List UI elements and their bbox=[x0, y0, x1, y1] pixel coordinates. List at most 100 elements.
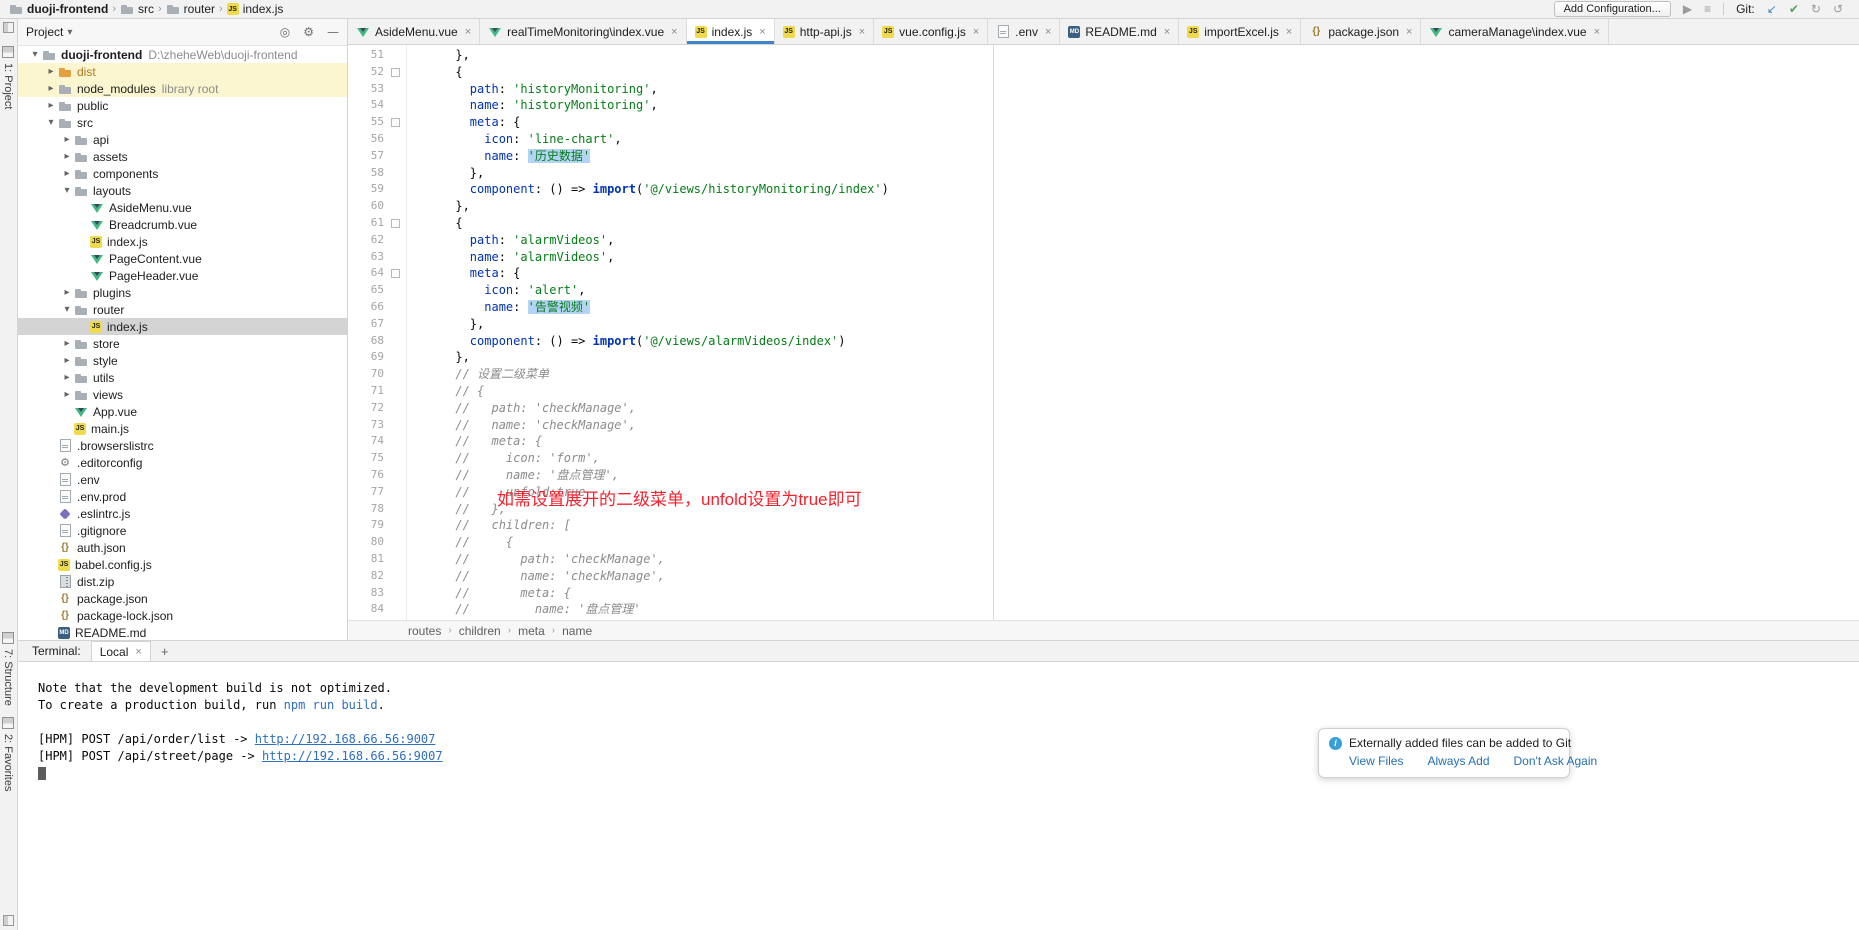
new-terminal-icon[interactable]: + bbox=[161, 644, 169, 659]
tree-item-router[interactable]: ▾router bbox=[18, 301, 347, 318]
chevron-right-icon[interactable]: ▸ bbox=[60, 355, 74, 366]
fold-marker-icon[interactable] bbox=[384, 265, 406, 282]
chevron-right-icon[interactable]: ▸ bbox=[60, 338, 74, 349]
fold-marker-icon[interactable] bbox=[384, 215, 406, 232]
run-icon[interactable]: ▶ bbox=[1683, 3, 1692, 15]
toolwindow-grid-icon[interactable] bbox=[3, 915, 14, 926]
chevron-right-icon[interactable]: ▸ bbox=[44, 100, 58, 111]
tree-item-duoji-frontend[interactable]: ▾duoji-frontendD:\zheheWeb\duoji-fronten… bbox=[18, 46, 347, 63]
chevron-right-icon[interactable]: ▸ bbox=[44, 66, 58, 77]
tree-item-env-prod[interactable]: .env.prod bbox=[18, 488, 347, 505]
tree-item-components[interactable]: ▸components bbox=[18, 165, 347, 182]
close-icon[interactable]: × bbox=[135, 646, 141, 658]
vcs-history-icon[interactable]: ↻ bbox=[1811, 3, 1821, 15]
tree-item-utils[interactable]: ▸utils bbox=[18, 369, 347, 386]
breadcrumb-item-routes[interactable]: routes bbox=[408, 624, 441, 638]
breadcrumb-item-src[interactable]: src bbox=[117, 2, 157, 16]
tab-close-icon[interactable]: × bbox=[1594, 26, 1600, 38]
locate-file-icon[interactable]: ◎ bbox=[280, 26, 290, 38]
project-panel-title[interactable]: Project bbox=[26, 25, 63, 39]
terminal-link[interactable]: http://192.168.66.56:9007 bbox=[262, 749, 443, 763]
vcs-update-icon[interactable]: ↙ bbox=[1767, 3, 1777, 15]
notification-action-always-add[interactable]: Always Add bbox=[1427, 754, 1489, 768]
tree-item-node-modules[interactable]: ▸node_moduleslibrary root bbox=[18, 80, 347, 97]
chevron-right-icon[interactable]: ▸ bbox=[60, 287, 74, 298]
tree-item-package-lock-json[interactable]: {}package-lock.json bbox=[18, 607, 347, 624]
stripe-favorites-button[interactable]: 2: Favorites bbox=[2, 716, 14, 791]
tab-close-icon[interactable]: × bbox=[1045, 26, 1051, 38]
stripe-project-button[interactable]: 1: Project bbox=[2, 45, 14, 109]
chevron-right-icon[interactable]: ▸ bbox=[60, 168, 74, 179]
add-configuration-button[interactable]: Add Configuration... bbox=[1554, 1, 1671, 17]
tree-item-asidemenu-vue[interactable]: AsideMenu.vue bbox=[18, 199, 347, 216]
tree-item-index-js[interactable]: JSindex.js bbox=[18, 318, 347, 335]
tree-item-style[interactable]: ▸style bbox=[18, 352, 347, 369]
tree-item-index-js[interactable]: JSindex.js bbox=[18, 233, 347, 250]
tab-importexcel-js[interactable]: JSimportExcel.js× bbox=[1179, 19, 1301, 44]
tab-close-icon[interactable]: × bbox=[465, 26, 471, 38]
tab-close-icon[interactable]: × bbox=[1164, 26, 1170, 38]
chevron-right-icon[interactable]: ▸ bbox=[60, 372, 74, 383]
tree-item-readme-md[interactable]: MDREADME.md bbox=[18, 624, 347, 640]
breadcrumb-item-duoji-frontend[interactable]: duoji-frontend bbox=[6, 2, 111, 16]
tree-item-browserslistrc[interactable]: .browserslistrc bbox=[18, 437, 347, 454]
gear-icon[interactable]: ⚙ bbox=[303, 26, 314, 38]
tree-item-public[interactable]: ▸public bbox=[18, 97, 347, 114]
tree-item-dist-zip[interactable]: dist.zip bbox=[18, 573, 347, 590]
hide-panel-icon[interactable]: — bbox=[327, 26, 339, 38]
tree-item-auth-json[interactable]: {}auth.json bbox=[18, 539, 347, 556]
tab-close-icon[interactable]: × bbox=[1406, 26, 1412, 38]
tree-item-assets[interactable]: ▸assets bbox=[18, 148, 347, 165]
tab-close-icon[interactable]: × bbox=[973, 26, 979, 38]
stripe-structure-button[interactable]: 7: Structure bbox=[2, 631, 14, 706]
chevron-right-icon[interactable]: ▸ bbox=[44, 83, 58, 94]
breadcrumb-item-meta[interactable]: meta bbox=[518, 624, 545, 638]
tree-item-app-vue[interactable]: App.vue bbox=[18, 403, 347, 420]
fold-marker-icon[interactable] bbox=[384, 64, 406, 81]
code-editor[interactable]: 51 },52 {53 path: 'historyMonitoring',54… bbox=[348, 45, 1859, 620]
tree-item-dist[interactable]: ▸dist bbox=[18, 63, 347, 80]
chevron-right-icon[interactable]: ▸ bbox=[60, 134, 74, 145]
chevron-down-icon[interactable]: ▾ bbox=[60, 185, 74, 196]
notification-action-view-files[interactable]: View Files bbox=[1349, 754, 1403, 768]
chevron-right-icon[interactable]: ▸ bbox=[60, 389, 74, 400]
tree-item-views[interactable]: ▸views bbox=[18, 386, 347, 403]
tree-item-package-json[interactable]: {}package.json bbox=[18, 590, 347, 607]
tab-readme-md[interactable]: MDREADME.md× bbox=[1060, 19, 1179, 44]
tab-realtimemonitoring-index-vue[interactable]: realTimeMonitoring\index.vue× bbox=[480, 19, 686, 44]
chevron-down-icon[interactable]: ▾ bbox=[67, 27, 72, 38]
tab-env[interactable]: .env× bbox=[988, 19, 1060, 44]
tab-asidemenu-vue[interactable]: AsideMenu.vue× bbox=[348, 19, 480, 44]
toolwindow-grid-icon[interactable] bbox=[3, 22, 14, 33]
tab-index-js[interactable]: JSindex.js× bbox=[687, 19, 775, 44]
tree-item-api[interactable]: ▸api bbox=[18, 131, 347, 148]
chevron-down-icon[interactable]: ▾ bbox=[60, 304, 74, 315]
chevron-down-icon[interactable]: ▾ bbox=[44, 117, 58, 128]
tree-item-main-js[interactable]: JSmain.js bbox=[18, 420, 347, 437]
tree-item-pagecontent-vue[interactable]: PageContent.vue bbox=[18, 250, 347, 267]
terminal-tab-local[interactable]: Local × bbox=[91, 641, 151, 662]
breadcrumb-item-index-js[interactable]: JSindex.js bbox=[224, 2, 287, 16]
tree-item-env[interactable]: .env bbox=[18, 471, 347, 488]
tab-close-icon[interactable]: × bbox=[671, 26, 677, 38]
notification-action-don-t-ask-again[interactable]: Don't Ask Again bbox=[1514, 754, 1598, 768]
tree-item-editorconfig[interactable]: ⚙.editorconfig bbox=[18, 454, 347, 471]
tab-close-icon[interactable]: × bbox=[859, 26, 865, 38]
toolbar-menu-icon[interactable]: ≡ bbox=[1704, 3, 1711, 15]
tree-item-store[interactable]: ▸store bbox=[18, 335, 347, 352]
tree-item-breadcrumb-vue[interactable]: Breadcrumb.vue bbox=[18, 216, 347, 233]
breadcrumb-item-children[interactable]: children bbox=[459, 624, 501, 638]
tree-item-babel-config-js[interactable]: JSbabel.config.js bbox=[18, 556, 347, 573]
breadcrumb-item-router[interactable]: router bbox=[163, 2, 218, 16]
chevron-down-icon[interactable]: ▾ bbox=[28, 49, 42, 60]
tab-vue-config-js[interactable]: JSvue.config.js× bbox=[874, 19, 988, 44]
tree-item-gitignore[interactable]: .gitignore bbox=[18, 522, 347, 539]
tree-item-layouts[interactable]: ▾layouts bbox=[18, 182, 347, 199]
tab-cameramanage-index-vue[interactable]: cameraManage\index.vue× bbox=[1421, 19, 1609, 44]
terminal-link[interactable]: http://192.168.66.56:9007 bbox=[255, 732, 436, 746]
tab-http-api-js[interactable]: JShttp-api.js× bbox=[775, 19, 874, 44]
tree-item-src[interactable]: ▾src bbox=[18, 114, 347, 131]
tab-package-json[interactable]: {}package.json× bbox=[1301, 19, 1421, 44]
tree-item-pageheader-vue[interactable]: PageHeader.vue bbox=[18, 267, 347, 284]
vcs-rollback-icon[interactable]: ↺ bbox=[1833, 3, 1843, 15]
